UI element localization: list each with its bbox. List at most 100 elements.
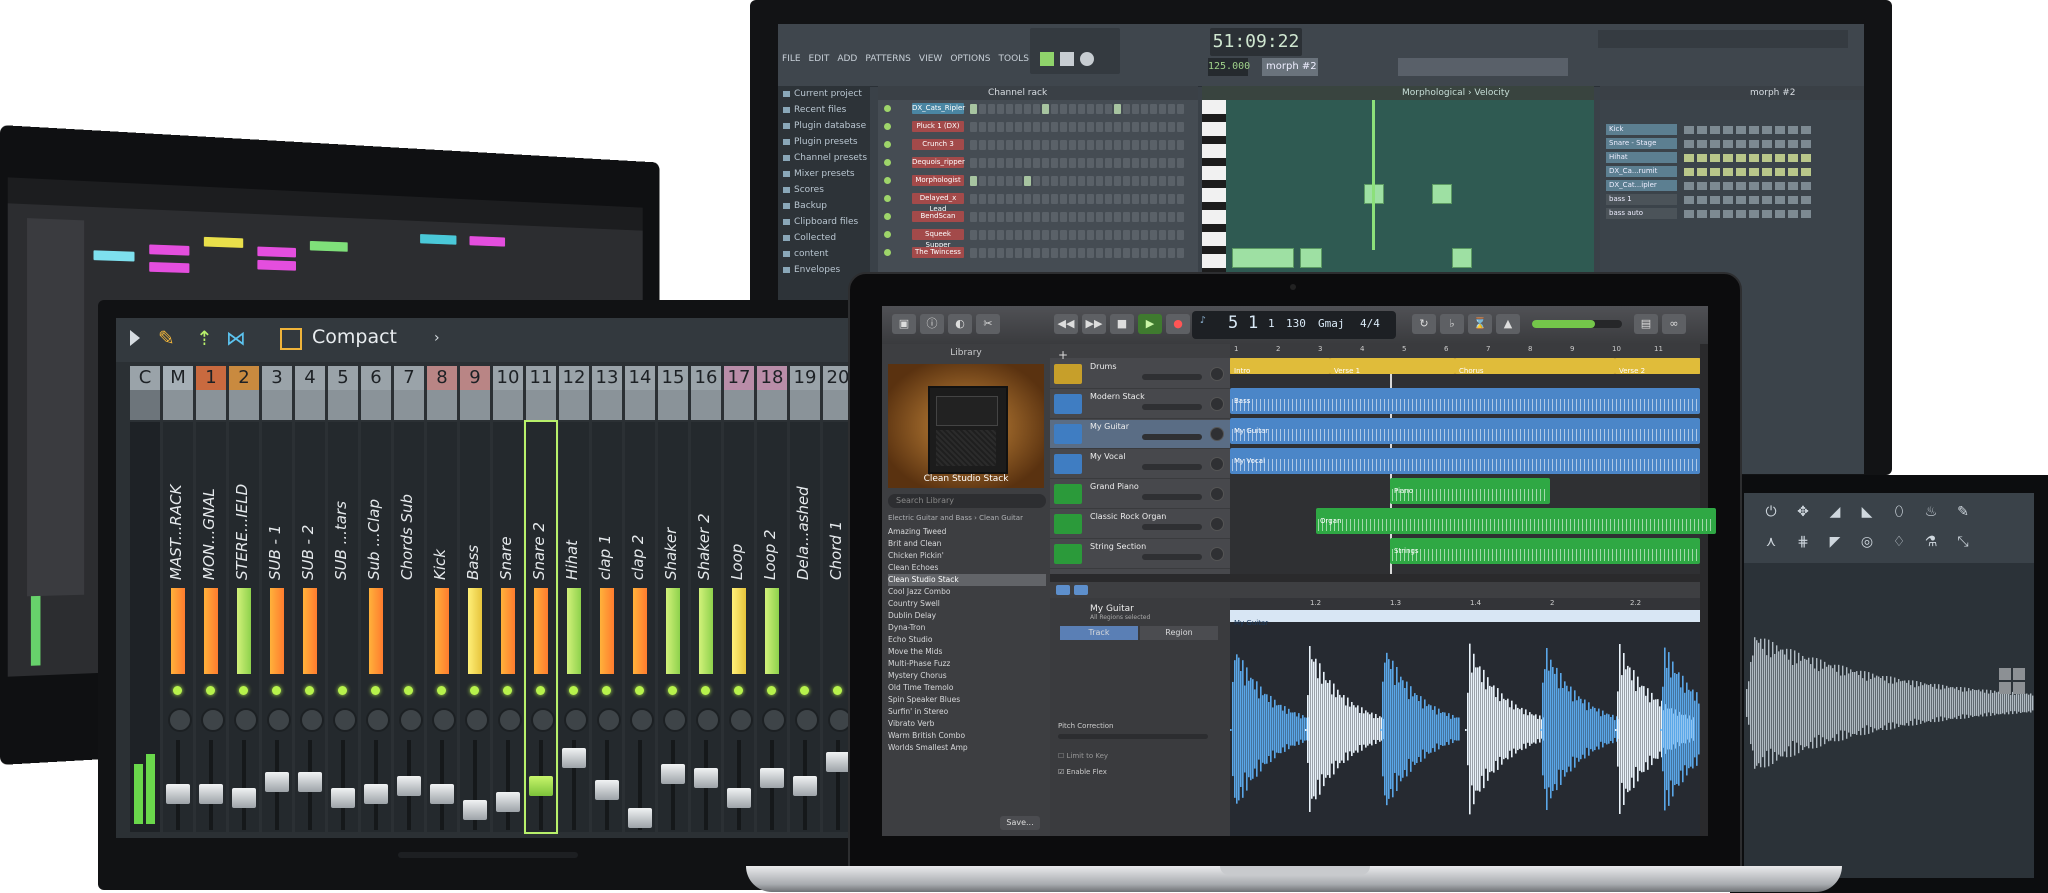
library-preset-item[interactable]: Echo Studio [888, 634, 1046, 646]
mixer-enable-led[interactable] [173, 686, 182, 695]
mixer-enable-led[interactable] [833, 686, 842, 695]
enable-flex-checkbox[interactable]: ☑ Enable Flex [1058, 768, 1107, 776]
step-button[interactable] [1132, 122, 1139, 132]
piano-roll-note[interactable] [1300, 248, 1322, 268]
library-preset-item[interactable]: Vibrato Verb [888, 718, 1046, 730]
step-button[interactable] [979, 104, 986, 114]
fl-mixer-slot[interactable] [1801, 168, 1811, 176]
step-button[interactable] [1096, 212, 1103, 222]
mixer-strip[interactable]: Chords Sub [394, 422, 424, 832]
step-button[interactable] [1159, 176, 1166, 186]
step-button[interactable] [1141, 230, 1148, 240]
mixer-pan-knob[interactable] [531, 708, 555, 732]
step-button[interactable] [1132, 104, 1139, 114]
browser-item[interactable]: content [778, 246, 870, 262]
step-button[interactable] [1033, 104, 1040, 114]
fl-mixer-slot[interactable] [1775, 196, 1785, 204]
fl-mixer-slot[interactable] [1749, 126, 1759, 134]
mixer-pan-knob[interactable] [432, 708, 456, 732]
fl-mixer-track-name[interactable]: Snare - Stage [1606, 138, 1677, 149]
master-volume-slider[interactable] [1532, 320, 1622, 328]
step-button[interactable] [1069, 158, 1076, 168]
step-button[interactable] [1051, 140, 1058, 150]
record-button[interactable]: ● [1166, 314, 1190, 334]
step-button[interactable] [1024, 158, 1031, 168]
editors-button[interactable]: ✂ [976, 314, 1000, 334]
mixer-strip[interactable]: STERE...IELD [229, 422, 259, 832]
mixer-enable-led[interactable] [272, 686, 281, 695]
step-button[interactable] [1168, 104, 1175, 114]
step-button[interactable] [1006, 176, 1013, 186]
mixer-volume-fader[interactable] [826, 752, 850, 772]
mixer-pan-knob[interactable] [201, 708, 225, 732]
step-button[interactable] [1105, 140, 1112, 150]
step-button[interactable] [988, 158, 995, 168]
mixer-volume-fader[interactable] [232, 788, 256, 808]
mixer-insert-number[interactable]: 1 [196, 366, 226, 390]
fl-mixer-slot[interactable] [1788, 210, 1798, 218]
fl-mixer-slot[interactable] [1801, 196, 1811, 204]
track-region[interactable]: Intro [1230, 358, 1330, 375]
channel-name-button[interactable]: Dequois_ripper [912, 157, 965, 168]
channel-led[interactable] [884, 213, 891, 220]
mixer-insert-number[interactable]: 8 [427, 366, 457, 390]
step-button[interactable] [1006, 158, 1013, 168]
mixer-insert-icon[interactable] [295, 390, 325, 420]
info-button[interactable]: ⓘ [920, 314, 944, 334]
step-button[interactable] [1069, 104, 1076, 114]
mixer-pan-knob[interactable] [696, 708, 720, 732]
piano-roll-note[interactable] [1232, 248, 1294, 268]
step-button[interactable] [1159, 194, 1166, 204]
ableton-clip[interactable] [149, 244, 190, 256]
track-region[interactable]: Bass [1230, 388, 1700, 414]
step-button[interactable] [1159, 158, 1166, 168]
step-button[interactable] [997, 104, 1004, 114]
channel-led[interactable] [884, 141, 891, 148]
fl-mixer-slot[interactable] [1710, 154, 1720, 162]
browser-item[interactable]: Collected [778, 230, 870, 246]
step-button[interactable] [1114, 140, 1121, 150]
fl-mixer-slot[interactable] [1775, 210, 1785, 218]
channel-name-button[interactable]: Pluck 1 (DX) [912, 121, 964, 132]
step-button[interactable] [1132, 158, 1139, 168]
menu-tools[interactable]: TOOLS [999, 54, 1029, 64]
track-header[interactable]: My Guitar [1050, 420, 1230, 449]
library-preset-item[interactable]: Dublin Delay [888, 610, 1046, 622]
library-preset-item[interactable]: Multi-Phase Fuzz [888, 658, 1046, 670]
forward-button[interactable]: ▶▶ [1082, 314, 1106, 334]
mixer-insert-icon[interactable] [724, 390, 754, 420]
fl-mixer-slot[interactable] [1801, 182, 1811, 190]
mixer-enable-led[interactable] [371, 686, 380, 695]
step-button[interactable] [979, 230, 986, 240]
fl-mixer-slot[interactable] [1762, 154, 1772, 162]
step-button[interactable] [1069, 176, 1076, 186]
step-button[interactable] [1177, 104, 1184, 114]
fl-mixer-slot[interactable] [1749, 182, 1759, 190]
step-button[interactable] [1123, 122, 1130, 132]
track-region[interactable]: Strings [1390, 538, 1700, 564]
timeline-ruler[interactable]: 1 2 3 4 5 6 7 8 9 10 11 [1230, 344, 1700, 358]
layout-icon[interactable] [280, 328, 302, 350]
fl-mixer-track-name[interactable]: DX_Ca...rumit [1606, 166, 1677, 177]
library-preset-item[interactable]: Surfin' in Stereo [888, 706, 1046, 718]
fl-mixer-slot[interactable] [1801, 140, 1811, 148]
mixer-enable-led[interactable] [536, 686, 545, 695]
mixer-insert-number[interactable]: 6 [361, 366, 391, 390]
step-button[interactable] [1087, 104, 1094, 114]
mixer-insert-number[interactable]: 5 [328, 366, 358, 390]
fl-mixer-track-name[interactable]: Hihat [1606, 152, 1677, 163]
channel-name-button[interactable]: Delayed_x Lead [912, 193, 964, 213]
mixer-pan-knob[interactable] [630, 708, 654, 732]
guitar-waveform[interactable] [1230, 622, 1700, 836]
mixer-volume-fader[interactable] [265, 772, 289, 792]
cycle-button[interactable]: ↻ [1412, 314, 1436, 334]
step-button[interactable] [970, 158, 977, 168]
channel-name-button[interactable]: The Twincess [912, 247, 964, 258]
fl-mixer-slot[interactable] [1710, 140, 1720, 148]
step-button[interactable] [979, 212, 986, 222]
track-region[interactable]: Organ [1316, 508, 1716, 534]
step-button[interactable] [1123, 158, 1130, 168]
step-button[interactable] [979, 158, 986, 168]
step-button[interactable] [1087, 122, 1094, 132]
pattern-selector[interactable]: morph #2 [1262, 58, 1318, 76]
